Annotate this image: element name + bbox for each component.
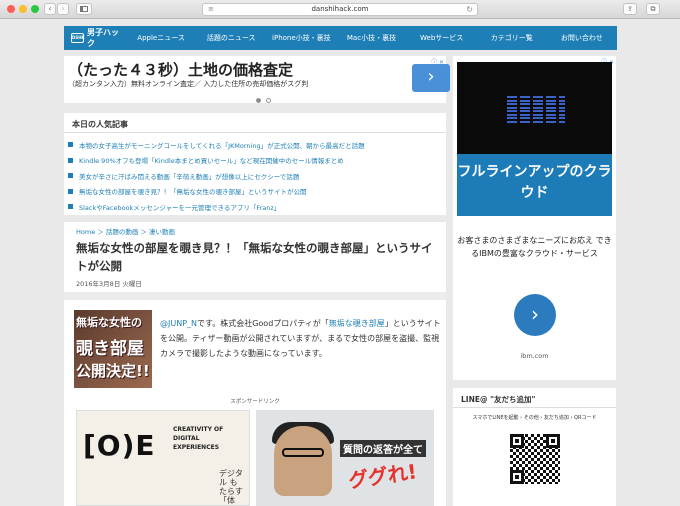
nav-web-services[interactable]: Webサービス (407, 33, 477, 43)
author-link[interactable]: @JUNP_N (160, 319, 197, 328)
list-item[interactable]: SlackやFacebookメッセンジャーを一元管理できるアプリ「Franz」 (68, 199, 365, 215)
carousel-dot[interactable] (266, 98, 271, 103)
sponsored-ad-right[interactable]: 質問の返答が全て ググれ! (256, 410, 434, 506)
section-title: 本日の人気記事 (72, 120, 128, 129)
bullet-icon (68, 204, 73, 210)
ad-subtitle: （超カンタン入力）無料オンライン査定／ 入力した住所の売却価格がスグ判 (68, 80, 309, 88)
sidebar-toggle-button[interactable] (76, 3, 92, 15)
site-nav: DSHK 男子ハック Appleニュース 話題のニュース iPhone小技・裏技… (64, 26, 617, 50)
ad-brand-panel (457, 62, 612, 154)
forward-button[interactable]: › (57, 3, 69, 15)
bullet-icon (68, 173, 73, 179)
list-item-link[interactable]: 美女が辛さに汗ばみ悶える動画「辛萌え動画」が想像以上にセクシーで話題 (79, 171, 299, 181)
divider (64, 292, 446, 300)
popular-articles: 本日の人気記事 本物の女子高生がモーニングコールをしてくれる「JKMorning… (64, 113, 446, 215)
ad-arrow-button[interactable]: › (412, 64, 450, 92)
ad-title[interactable]: （たった４３秒）土地の価格査定 (68, 59, 346, 80)
bullet-icon (68, 142, 73, 148)
ad-url[interactable]: ibm.com (453, 352, 616, 360)
address-bar[interactable]: ≡ danshihack.com ↻ (202, 3, 478, 16)
divider (64, 132, 446, 133)
qr-finder-icon (510, 434, 524, 448)
glasses-icon (282, 448, 324, 457)
ad-logo: [O)E (83, 429, 156, 462)
nav-contact[interactable]: お問い合わせ (547, 33, 617, 43)
nav-apple-news[interactable]: Appleニュース (126, 33, 196, 43)
ad-headline: フルラインアップのクラウド (457, 154, 612, 216)
zoom-window-button[interactable] (31, 5, 39, 13)
back-button[interactable]: ‹ (44, 3, 56, 15)
browser-toolbar: ‹ › ≡ danshihack.com ↻ ⇪ ⧉ (0, 0, 680, 19)
article-date: 2016年3月8日 火曜日 (76, 280, 142, 288)
sidebar-ad[interactable]: ⓘ ✕ フルラインアップのクラウド お客さまのさまざまなニーズにお応え できるI… (453, 56, 616, 380)
close-window-button[interactable] (7, 5, 15, 13)
breadcrumb[interactable]: Home ＞ 話題の動画 ＞ 凄い動画 (76, 226, 175, 236)
bullet-icon (68, 157, 73, 163)
logo-text: 男子ハック (87, 28, 119, 48)
share-button[interactable]: ⇪ (623, 3, 637, 15)
section-title: LINE@ "友だち追加" (461, 395, 536, 404)
qr-finder-icon (510, 470, 524, 484)
article-intro: @JUNP_Nです。株式会社Goodプロパティが「無垢な覗き部屋」というサイトを… (160, 316, 442, 361)
ad-caption: デジタル もたらす 「体験」 (219, 469, 243, 505)
reload-icon[interactable]: ↻ (466, 4, 473, 15)
article: Home ＞ 話題の動画 ＞ 凄い動画 無垢な女性の部屋を覗き見？！「無垢な女性… (64, 222, 446, 506)
ad-arrow-button[interactable]: › (514, 294, 556, 336)
carousel-dot-active[interactable] (256, 98, 261, 103)
list-item-link[interactable]: Kindle 90%オフも登場「Kindle本まとめ買いセール」など現在開催中の… (79, 155, 344, 165)
nav-categories[interactable]: カテゴリー覧 (477, 33, 547, 43)
bullet-icon (68, 188, 73, 194)
ad-headline: ググれ! (346, 459, 419, 493)
ad-body: お客さまのさまざまなニーズにお応え できるIBMの豊富なクラウド・サービス (457, 236, 612, 258)
list-item[interactable]: Kindle 90%オフも登場「Kindle本まとめ買いセール」など現在開催中の… (68, 153, 365, 169)
thumbnail-caption: 覗き部屋 (76, 339, 144, 359)
article-title: 無垢な女性の部屋を覗き見？！「無垢な女性の覗き部屋」というサイトが公開 (76, 241, 433, 273)
ad-tagline: CREATIVITY OF DIGITAL EXPERIENCES (173, 426, 224, 451)
list-item-link[interactable]: 本物の女子高生がモーニングコールをしてくれる「JKMorning」が正式公開、朝… (79, 140, 365, 150)
sponsored-ad-left[interactable]: [O)E CREATIVITY OF DIGITAL EXPERIENCES デ… (76, 410, 250, 506)
article-thumbnail[interactable]: 無垢な女性の 覗き部屋 公開決定!! (74, 310, 152, 388)
site-logo[interactable]: DSHK 男子ハック (64, 27, 126, 49)
carousel-dots (256, 96, 276, 105)
list-item[interactable]: 本物の女子高生がモーニングコールをしてくれる「JKMorning」が正式公開、朝… (68, 137, 365, 153)
list-item-link[interactable]: 無垢な女性の部屋を覗き見？！「無垢な女性の覗き部屋」というサイトが公開 (79, 186, 307, 196)
nav-trending-news[interactable]: 話題のニュース (196, 33, 266, 43)
reader-icon[interactable]: ≡ (208, 4, 214, 15)
list-item-link[interactable]: SlackやFacebookメッセンジャーを一元管理できるアプリ「Franz」 (79, 202, 280, 212)
line-instructions: スマホでLINEを起動 › その他 › 友だち追加 › QRコード (472, 415, 597, 421)
divider (453, 407, 616, 408)
logo-mark-icon: DSHK (71, 33, 85, 43)
list-item[interactable]: 美女が辛さに汗ばみ悶える動画「辛萌え動画」が想像以上にセクシーで話題 (68, 168, 365, 184)
thumbnail-caption: 無垢な女性の (76, 316, 142, 329)
list-item[interactable]: 無垢な女性の部屋を覗き見？！「無垢な女性の覗き部屋」というサイトが公開 (68, 184, 365, 200)
thumbnail-caption: 公開決定!! (76, 362, 150, 380)
minimize-window-button[interactable] (19, 5, 27, 13)
nav-mac-tips[interactable]: Mac小技・裏技 (336, 33, 406, 43)
qr-code-icon[interactable] (508, 432, 562, 486)
top-banner-ad[interactable]: ⓘ ✕ （たった４３秒）土地の価格査定 （超カンタン入力）無料オンライン査定／ … (64, 56, 450, 105)
intro-text: です。株式会社Goodプロパティが「 (197, 319, 329, 328)
sidebar-icon (80, 6, 88, 12)
ibm-logo-icon (507, 96, 565, 124)
site-link[interactable]: 無垢な覗き部屋 (329, 319, 385, 328)
tabs-overview-button[interactable]: ⧉ (646, 3, 660, 15)
person-image (274, 426, 332, 496)
sponsored-label: スポンサードリンク (230, 399, 280, 405)
nav-iphone-tips[interactable]: iPhone小技・裏技 (266, 33, 336, 43)
qr-finder-icon (546, 434, 560, 448)
url-text: danshihack.com (311, 5, 369, 13)
line-friend-box: LINE@ "友だち追加" スマホでLINEを起動 › その他 › 友だち追加 … (453, 388, 616, 506)
